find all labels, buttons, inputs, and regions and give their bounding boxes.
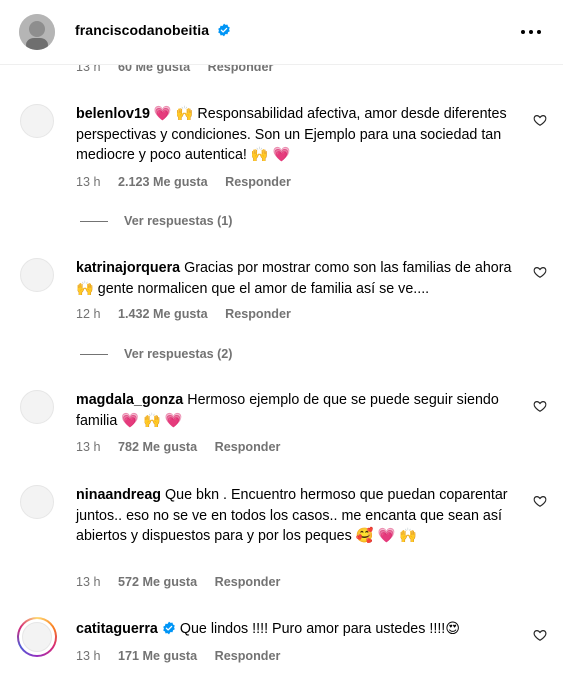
divider [80,354,108,356]
view-replies-button[interactable]: Ver respuestas (1) [80,214,233,228]
view-replies-button[interactable]: Ver respuestas (2) [80,347,233,361]
comment-body: belenlov19 💗 🙌 Responsabilidad afectiva,… [76,104,526,166]
author-username-row[interactable]: franciscodanobeitia [75,22,231,38]
avatar [19,619,55,655]
comment-username[interactable]: ninaandreag [76,487,161,503]
comment-time: 13 h [76,440,101,454]
heart-outline-icon[interactable] [533,494,547,508]
comment-text: Que lindos !!!! Puro amor para ustedes !… [179,621,461,637]
heart-outline-icon[interactable] [533,399,547,413]
comment-meta: 12 h 1.432 Me gusta Responder [76,307,305,321]
avatar[interactable] [20,258,54,292]
comment-username[interactable]: magdala_gonza [76,392,183,408]
more-horizontal-icon[interactable] [521,24,541,40]
avatar[interactable] [20,104,54,138]
comment-likes[interactable]: 572 Me gusta [118,575,197,589]
avatar[interactable] [20,485,54,519]
avatar[interactable] [20,390,54,424]
comment-likes[interactable]: 171 Me gusta [118,649,197,663]
comment-likes[interactable]: 782 Me gusta [118,440,197,454]
comment-username[interactable]: katrinajorquera [76,260,180,276]
reply-button[interactable]: Responder [225,307,291,321]
comment-likes[interactable]: 2.123 Me gusta [118,175,208,189]
comment-username[interactable]: catitaguerra [76,621,158,637]
verified-badge-icon [163,621,175,635]
comment-time: 13 h [76,649,101,663]
avatar-story-ring[interactable] [17,617,57,657]
view-replies-label[interactable]: Ver respuestas (2) [124,347,233,361]
reply-button[interactable]: Responder [215,575,281,589]
author-avatar[interactable] [19,14,55,50]
comment-meta: 13 h 572 Me gusta Responder [76,575,294,589]
comment-time: 12 h [76,307,101,321]
reply-button[interactable]: Responder [215,649,281,663]
comment-body: magdala_gonza Hermoso ejemplo de que se … [76,390,526,431]
reply-button[interactable]: Responder [215,440,281,454]
comment-likes[interactable]: 1.432 Me gusta [118,307,208,321]
comment-username[interactable]: belenlov19 [76,106,150,122]
comment-body: katrinajorquera Gracias por mostrar como… [76,258,526,299]
heart-outline-icon[interactable] [533,113,547,127]
comment-body: ninaandreag Que bkn . Encuentro hermoso … [76,485,526,547]
heart-outline-icon[interactable] [533,265,547,279]
comment-body: catitaguerra Que lindos !!!! Puro amor p… [76,619,526,640]
heart-outline-icon[interactable] [533,628,547,642]
verified-badge-icon [218,23,230,37]
author-username[interactable]: franciscodanobeitia [75,22,209,38]
comment-meta: 13 h 782 Me gusta Responder [76,440,294,454]
post-header: franciscodanobeitia [0,0,563,65]
comment-meta: 13 h 2.123 Me gusta Responder [76,175,305,189]
comment-meta: 13 h 171 Me gusta Responder [76,649,294,663]
view-replies-label[interactable]: Ver respuestas (1) [124,214,233,228]
comment-time: 13 h [76,575,101,589]
reply-button[interactable]: Responder [225,175,291,189]
divider [80,221,108,223]
comment-time: 13 h [76,175,101,189]
